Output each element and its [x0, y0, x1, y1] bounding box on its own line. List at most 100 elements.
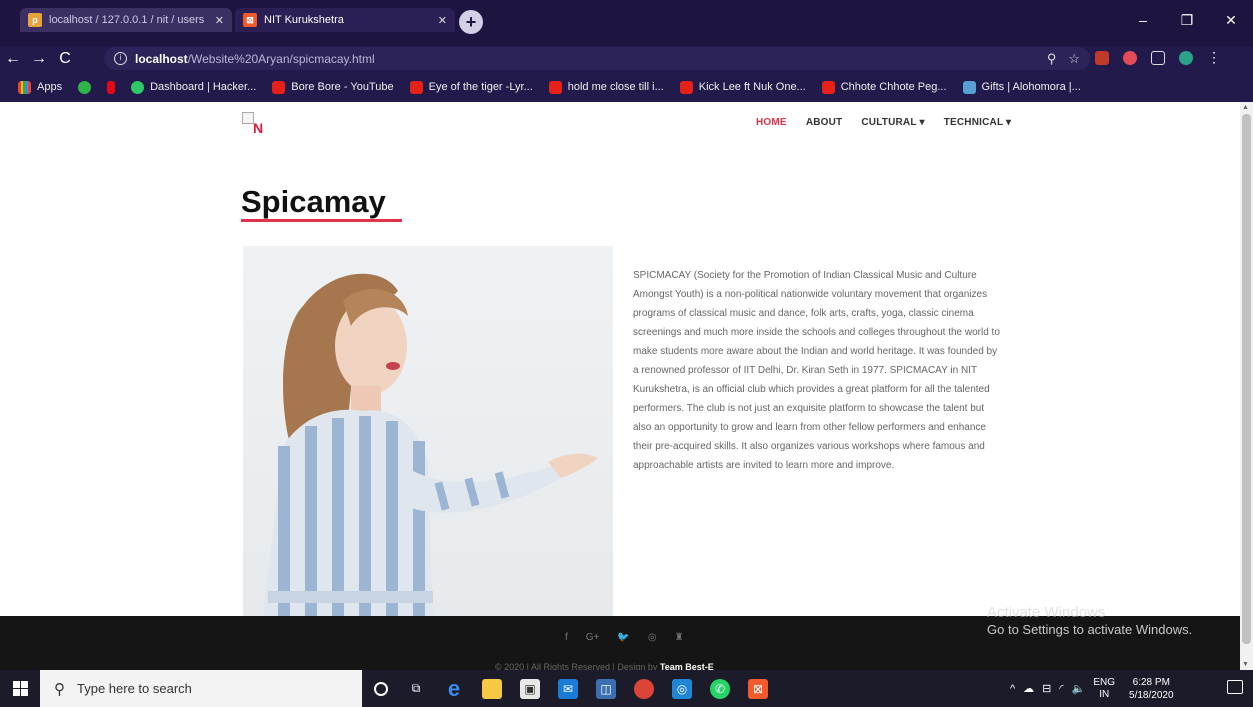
new-tab-button[interactable]: +	[459, 10, 483, 34]
hackerrank-icon	[131, 80, 145, 94]
bookmark-apps[interactable]: Apps	[12, 80, 68, 94]
twitter-icon[interactable]: 🐦	[617, 632, 629, 643]
youtube-icon	[821, 80, 835, 94]
start-button[interactable]	[0, 670, 40, 707]
chevron-up-icon[interactable]: ^	[1010, 683, 1015, 695]
chrome-icon[interactable]	[634, 678, 654, 699]
forward-button[interactable]: →	[26, 50, 52, 68]
instagram-app-icon[interactable]: ◎	[672, 678, 692, 699]
edge-icon[interactable]: e	[444, 676, 464, 701]
back-button[interactable]: ←	[0, 50, 26, 68]
gift-icon	[962, 80, 976, 94]
tab-nit-kurukshetra[interactable]: ⊠ NIT Kurukshetra ✕	[235, 8, 455, 32]
page-viewport: N HOME ABOUT CULTURAL ▾ TECHNICAL ▾ Spic…	[0, 102, 1240, 616]
toolbar: ← → C i localhost/Website%20Aryan/spicma…	[0, 46, 1253, 72]
main-nav: HOME ABOUT CULTURAL ▾ TECHNICAL ▾	[756, 117, 1011, 128]
whatsapp-icon[interactable]: ✆	[710, 678, 730, 699]
address-bar[interactable]: i localhost/Website%20Aryan/spicmacay.ht…	[104, 47, 1090, 70]
search-placeholder: Type here to search	[77, 681, 192, 696]
shield-extension-icon[interactable]	[1123, 50, 1137, 65]
url-path: /Website%20Aryan/spicmacay.html	[187, 51, 375, 66]
bookmark-kick-lee[interactable]: Kick Lee ft Nuk One...	[674, 80, 812, 94]
youtube-icon	[679, 80, 693, 94]
bookmark-bore-bore[interactable]: Bore Bore - YouTube	[266, 80, 399, 94]
play-icon	[78, 80, 92, 94]
youtube-icon[interactable]: ♜	[675, 632, 684, 643]
clock[interactable]: 6:28 PM 5/18/2020	[1129, 676, 1174, 702]
system-tray: ^ ☁ ⊟ ◜ 🔈 ENG IN 6:28 PM 5/18/2020	[1010, 670, 1174, 707]
url-host: localhost	[135, 51, 188, 66]
volume-icon[interactable]: 🔈	[1072, 682, 1086, 695]
minimize-button[interactable]: –	[1121, 0, 1165, 40]
youtube-icon	[272, 80, 286, 94]
reload-button[interactable]: C	[52, 50, 78, 68]
tab-phpmyadmin[interactable]: p localhost / 127.0.0.1 / nit / users ✕	[20, 8, 232, 32]
xampp-icon: ⊠	[243, 13, 257, 27]
close-icon[interactable]: ✕	[438, 14, 447, 27]
vpn-extension-icon[interactable]	[1151, 50, 1165, 65]
youtube-icon	[409, 80, 423, 94]
google-plus-icon[interactable]: G+	[586, 632, 600, 643]
browser-tabstrip: p localhost / 127.0.0.1 / nit / users ✕ …	[0, 0, 1253, 46]
social-links: f G+ 🐦 ◎ ♜	[565, 632, 684, 643]
bookmark-chhote-peg[interactable]: Chhote Chhote Peg...	[816, 80, 953, 94]
club-description: SPICMACAY (Society for the Promotion of …	[633, 270, 1000, 471]
extensions: ⋮	[1095, 49, 1221, 66]
window-controls: – ❐ ✕	[1121, 0, 1253, 40]
bookmarks-bar: Apps Dashboard | Hacker... Bore Bore - Y…	[0, 72, 1253, 102]
bookmark-hold-me-close[interactable]: hold me close till i...	[543, 80, 670, 94]
nav-home[interactable]: HOME	[756, 117, 787, 128]
menu-kebab-icon[interactable]: ⋮	[1207, 49, 1221, 66]
nav-about[interactable]: ABOUT	[806, 117, 843, 128]
language-indicator[interactable]: ENG IN	[1093, 677, 1115, 701]
mail-icon[interactable]: ✉	[558, 678, 578, 699]
tab-title: localhost / 127.0.0.1 / nit / users	[49, 14, 205, 26]
maximize-button[interactable]: ❐	[1165, 0, 1209, 40]
file-explorer-icon[interactable]	[482, 678, 502, 699]
title-underline	[241, 219, 402, 222]
pinned-apps: ⧉ e ▣ ✉ ◫ ◎ ✆ ⊠	[374, 670, 768, 707]
youtube-icon	[548, 80, 562, 94]
wifi-icon[interactable]: ◜	[1059, 682, 1063, 695]
logo-letter: N	[253, 120, 264, 136]
store-icon[interactable]: ▣	[520, 678, 540, 699]
close-window-button[interactable]: ✕	[1209, 0, 1253, 40]
activate-windows-watermark: Activate Windows Go to Settings to activ…	[987, 604, 1193, 637]
scroll-thumb[interactable]	[1242, 114, 1251, 644]
bookmark-hackerrank[interactable]: Dashboard | Hacker...	[125, 80, 262, 94]
network-icon[interactable]: ⊟	[1042, 682, 1051, 695]
bookmark-play[interactable]	[72, 80, 97, 94]
facebook-icon[interactable]: f	[565, 632, 568, 643]
close-icon[interactable]: ✕	[215, 14, 224, 27]
instagram-icon[interactable]: ◎	[648, 632, 657, 643]
pdf-extension-icon[interactable]	[1095, 50, 1109, 65]
bookmark-gifts[interactable]: Gifts | Alohomora |...	[957, 80, 1087, 94]
profile-avatar-icon[interactable]	[1179, 50, 1193, 65]
taskbar-search[interactable]: ⚲ Type here to search	[40, 670, 362, 707]
windows-taskbar: ⚲ Type here to search ⧉ e ▣ ✉ ◫ ◎ ✆ ⊠ ^ …	[0, 670, 1253, 707]
phpmyadmin-icon: p	[28, 13, 42, 27]
star-icon[interactable]: ☆	[1068, 51, 1080, 67]
woman-photo-illustration	[263, 273, 598, 616]
xampp-icon[interactable]: ⊠	[748, 678, 768, 699]
app-icon[interactable]: ◫	[596, 678, 616, 699]
hero-image	[243, 246, 613, 616]
scroll-down-icon[interactable]: ▼	[1242, 661, 1249, 668]
scroll-up-icon[interactable]: ▲	[1242, 104, 1249, 111]
task-view-icon[interactable]: ⧉	[406, 679, 426, 699]
netflix-icon	[107, 80, 116, 94]
tab-title: NIT Kurukshetra	[264, 14, 344, 26]
site-logo[interactable]: N	[242, 112, 270, 136]
page-scrollbar[interactable]: ▲ ▼	[1240, 102, 1253, 670]
info-icon[interactable]: i	[114, 52, 127, 65]
onedrive-icon[interactable]: ☁	[1023, 682, 1034, 695]
bookmark-netflix[interactable]	[101, 80, 121, 94]
search-icon: ⚲	[54, 680, 65, 698]
bookmark-eye-of-the-tiger[interactable]: Eye of the tiger -Lyr...	[404, 80, 539, 94]
nav-cultural[interactable]: CULTURAL ▾	[861, 117, 924, 128]
nav-technical[interactable]: TECHNICAL ▾	[944, 117, 1012, 128]
zoom-icon[interactable]: ⚲	[1047, 51, 1057, 67]
cortana-icon[interactable]	[374, 681, 388, 696]
notification-icon[interactable]	[1227, 680, 1243, 694]
windows-logo-icon	[12, 681, 28, 696]
